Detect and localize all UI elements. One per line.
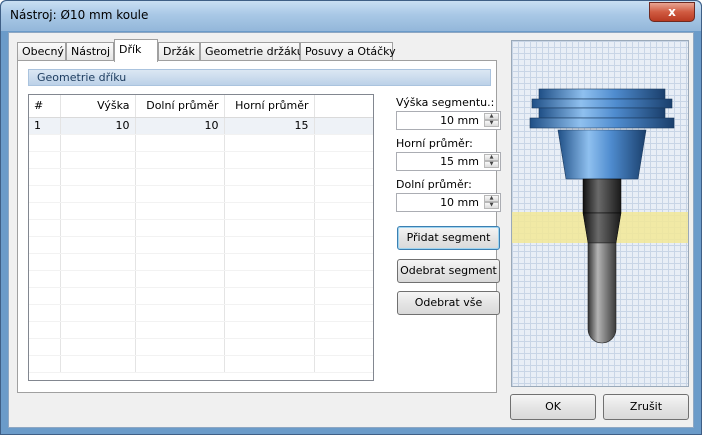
cell-lower-diameter[interactable]: 10: [135, 117, 225, 135]
title-bar[interactable]: Nástroj: Ø10 mm koule x: [1, 1, 701, 31]
segment-height-label: Výška segmentu.:: [396, 96, 495, 109]
close-icon: x: [668, 5, 676, 19]
spin-up-icon[interactable]: ▲: [484, 113, 499, 120]
upper-diameter-input[interactable]: 15 mm ▲ ▼: [396, 152, 501, 171]
holder-groove: [538, 107, 666, 119]
segments-table: # Výška Dolní průměr Horní průměr 1 10 1…: [29, 95, 373, 373]
cell-upper-diameter[interactable]: 15: [224, 117, 315, 135]
lower-diameter-spinner[interactable]: ▲ ▼: [484, 195, 499, 210]
cell-filler: [314, 117, 373, 135]
cancel-button[interactable]: Zrušit: [603, 394, 689, 420]
segments-grid[interactable]: # Výška Dolní průměr Horní průměr 1 10 1…: [28, 94, 374, 381]
tool-preview: [511, 40, 689, 387]
column-header-upper-diameter[interactable]: Horní průměr: [224, 95, 315, 118]
tab-feeds-speeds[interactable]: Posuvy a Otáčky: [300, 42, 396, 61]
column-header-number[interactable]: #: [29, 95, 61, 118]
close-button[interactable]: x: [649, 2, 695, 22]
empty-row: [29, 134, 373, 152]
tab-label: Nástroj: [71, 45, 111, 58]
empty-row: [29, 287, 373, 305]
table-row[interactable]: 1 10 10 15: [29, 117, 373, 135]
holder-flange-mid: [531, 98, 673, 109]
remove-all-button[interactable]: Odebrat vše: [397, 291, 500, 315]
spin-up-icon[interactable]: ▲: [484, 154, 499, 161]
ok-button[interactable]: OK: [510, 394, 596, 420]
dialog-window: Nástroj: Ø10 mm koule x Obecný Nástroj D…: [0, 0, 702, 435]
holder-flange-bottom: [529, 117, 675, 129]
lower-diameter-value: 10 mm: [440, 196, 479, 209]
column-header-filler: [314, 95, 373, 118]
empty-row: [29, 270, 373, 288]
dialog-client: Obecný Nástroj Dřík Držák Geometrie držá…: [8, 32, 694, 428]
empty-row: [29, 168, 373, 186]
column-header-height[interactable]: Výška: [60, 95, 136, 118]
spin-down-icon[interactable]: ▼: [484, 161, 499, 168]
cell-height[interactable]: 10: [60, 117, 136, 135]
empty-row: [29, 253, 373, 271]
table-header-row: # Výška Dolní průměr Horní průměr: [29, 95, 373, 118]
ball-end-mill-cutter: [587, 242, 617, 344]
holder-flange-top: [538, 88, 666, 100]
empty-row: [29, 151, 373, 169]
spin-up-icon[interactable]: ▲: [484, 195, 499, 202]
tab-label: Dřík: [119, 43, 142, 56]
add-segment-button[interactable]: Přidat segment: [397, 226, 500, 250]
empty-row: [29, 219, 373, 237]
shank-body: [582, 178, 622, 214]
upper-diameter-spinner[interactable]: ▲ ▼: [484, 154, 499, 169]
empty-row: [29, 304, 373, 322]
tab-holder[interactable]: Držák: [158, 42, 200, 61]
tab-label: Obecný: [22, 45, 64, 58]
tool-preview-drawing: [512, 88, 688, 344]
cell-number[interactable]: 1: [29, 117, 61, 135]
empty-row: [29, 355, 373, 373]
empty-row: [29, 338, 373, 356]
shank-tab-panel: Geometrie dříku # Výška Dolní průměr Hor…: [17, 60, 501, 393]
remove-segment-button[interactable]: Odebrat segment: [397, 259, 500, 283]
tab-holder-geometry[interactable]: Geometrie držáku: [200, 42, 304, 61]
section-header: Geometrie dříku: [28, 69, 491, 86]
upper-diameter-value: 15 mm: [440, 155, 479, 168]
tab-label: Geometrie držáku: [205, 45, 304, 58]
upper-diameter-label: Horní průměr:: [396, 137, 473, 150]
empty-row: [29, 236, 373, 254]
empty-row: [29, 202, 373, 220]
tab-tool[interactable]: Nástroj: [66, 42, 114, 61]
tab-label: Držák: [163, 45, 195, 58]
window-title: Nástroj: Ø10 mm koule: [10, 8, 149, 22]
empty-row: [29, 185, 373, 203]
segment-height-spinner[interactable]: ▲ ▼: [484, 113, 499, 128]
empty-row: [29, 321, 373, 339]
lower-diameter-input[interactable]: 10 mm ▲ ▼: [396, 193, 501, 212]
tab-shank[interactable]: Dřík: [114, 39, 158, 62]
spin-down-icon[interactable]: ▼: [484, 120, 499, 127]
segment-height-value: 10 mm: [440, 114, 479, 127]
segment-height-input[interactable]: 10 mm ▲ ▼: [396, 111, 501, 130]
column-header-lower-diameter[interactable]: Dolní průměr: [135, 95, 225, 118]
tab-general[interactable]: Obecný: [17, 42, 66, 61]
tab-label: Posuvy a Otáčky: [305, 45, 396, 58]
spin-down-icon[interactable]: ▼: [484, 202, 499, 209]
section-title: Geometrie dříku: [37, 71, 127, 84]
holder-cone: [557, 129, 647, 180]
shank-taper-segment: [582, 212, 622, 244]
lower-diameter-label: Dolní průměr:: [396, 178, 472, 191]
